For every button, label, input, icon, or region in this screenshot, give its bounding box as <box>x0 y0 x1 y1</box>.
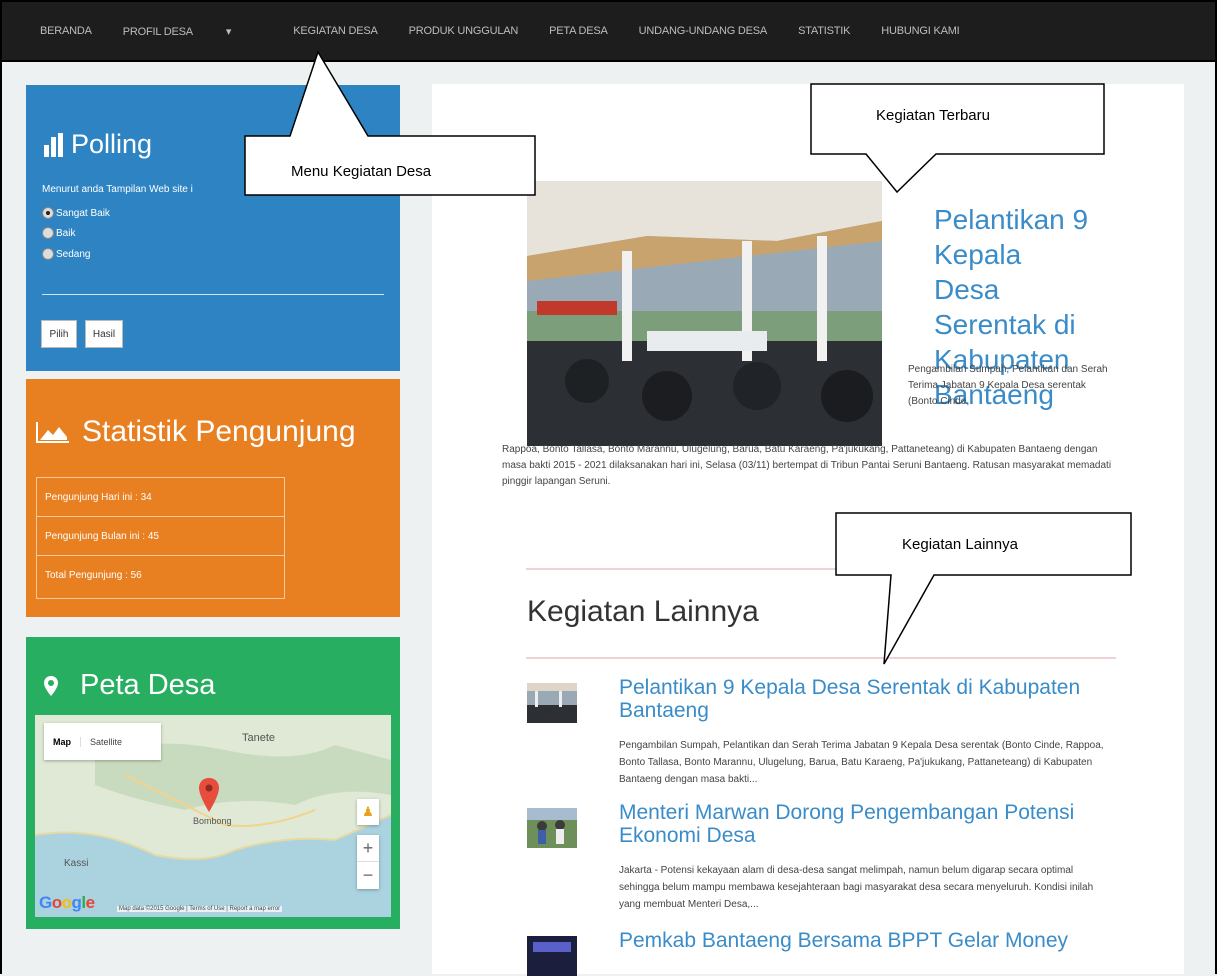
callout-terbaru-text: Kegiatan Terbaru <box>876 107 990 124</box>
callout-menu-text: Menu Kegiatan Desa <box>291 163 432 180</box>
callout-lainnya-text: Kegiatan Lainnya <box>902 536 1018 553</box>
callout-terbaru-shape <box>810 83 1105 194</box>
callout-shapes <box>244 50 1132 665</box>
